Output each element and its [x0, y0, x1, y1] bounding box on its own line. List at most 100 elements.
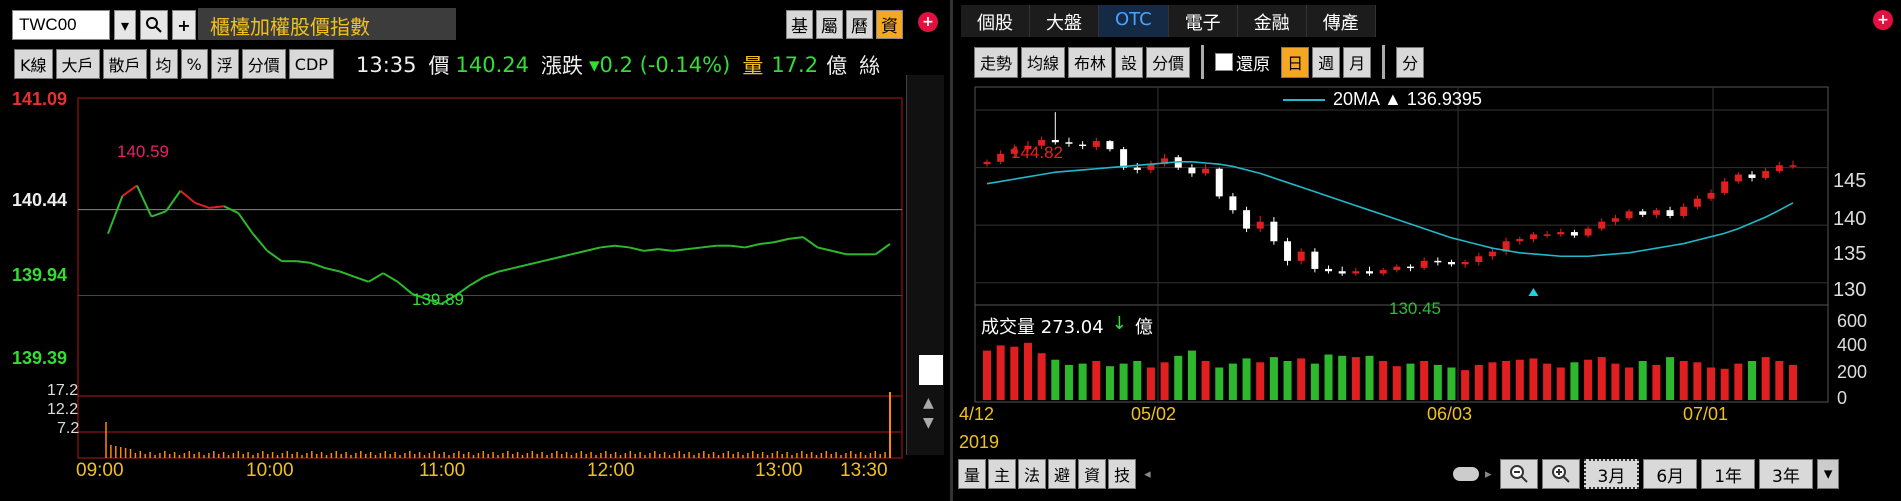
settings-button[interactable]: 設 — [1115, 46, 1144, 78]
price-segment — [252, 233, 269, 252]
range-1y[interactable]: 1年 — [1701, 459, 1756, 489]
scroll-left-icon[interactable]: ◂ — [1144, 467, 1151, 482]
percent-button[interactable]: % — [180, 49, 208, 79]
indicator-volume[interactable]: 量 — [958, 459, 987, 489]
tag-attribute[interactable]: 屬 — [816, 10, 843, 39]
tab-market[interactable]: 大盤 — [1030, 5, 1099, 37]
year-label: 2019 — [959, 432, 1000, 452]
candle-body — [997, 153, 1005, 162]
volume-bar — [1693, 362, 1702, 400]
volume-bar — [1638, 361, 1647, 400]
zoom-out-icon[interactable] — [1499, 459, 1538, 489]
price-segment — [831, 249, 847, 256]
toolbar-divider — [1201, 45, 1205, 79]
volume-bar — [1269, 357, 1278, 400]
scroll-right-icon[interactable]: ▸ — [1485, 467, 1492, 482]
tag-calendar[interactable]: 曆 — [846, 10, 873, 39]
zoom-icon[interactable]: + — [1873, 10, 1893, 30]
minute-button[interactable]: 分 — [1396, 46, 1425, 78]
indicator-margin[interactable]: 資 — [1078, 459, 1107, 489]
tag-info[interactable]: 資 — [876, 10, 903, 39]
cdp-button[interactable]: CDP — [288, 49, 334, 79]
range-6m[interactable]: 6月 — [1643, 459, 1698, 489]
symbol-input[interactable]: TWC00 — [12, 10, 110, 40]
search-icon[interactable] — [140, 10, 168, 40]
big-holder-button[interactable]: 大戶 — [55, 49, 100, 79]
tab-finance[interactable]: 金融 — [1237, 5, 1307, 37]
volume-bar — [1420, 361, 1429, 400]
indicator-hedge[interactable]: 避 — [1048, 459, 1077, 489]
chevron-down-icon[interactable]: ▾ — [1816, 459, 1840, 489]
side-scrollbar[interactable]: ▲ ▼ — [906, 75, 944, 455]
candle-body — [1762, 171, 1770, 178]
volume-bar — [1679, 361, 1688, 400]
scroll-up-icon[interactable]: ▲ — [923, 395, 934, 411]
price-segment — [687, 246, 702, 251]
volume-bar — [1119, 363, 1128, 400]
tag-fundamental[interactable]: 基 — [786, 10, 813, 39]
volume-bar — [1256, 362, 1265, 400]
quote-line: 13:35 價 140.24 漲跌 ▾0.2 (-0.14%) 量 17.2 億… — [356, 50, 902, 80]
range-bar: ▸ 3月 6月 1年 3年 ▾ — [1453, 459, 1840, 489]
low-label: 139.89 — [412, 290, 464, 309]
candle-body — [1680, 206, 1688, 216]
zoom-icon[interactable]: + — [918, 12, 938, 32]
candle-body — [1079, 144, 1087, 147]
chevron-down-icon[interactable]: ▾ — [114, 10, 136, 40]
volume-bar — [1543, 363, 1552, 400]
tab-stock[interactable]: 個股 — [961, 5, 1030, 37]
candle-body — [1611, 218, 1619, 222]
avg-button[interactable]: 均 — [149, 49, 178, 79]
period-day[interactable]: 日 — [1281, 46, 1310, 78]
retail-button[interactable]: 散戶 — [102, 49, 147, 79]
tab-traditional[interactable]: 傳產 — [1306, 5, 1376, 37]
restore-checkbox[interactable] — [1215, 53, 1234, 71]
price-segment — [571, 249, 587, 256]
tab-electronics[interactable]: 電子 — [1168, 5, 1238, 37]
tab-otc[interactable]: OTC — [1099, 5, 1169, 37]
candle-body — [1543, 234, 1551, 236]
volume-bar — [1242, 358, 1251, 400]
scroll-down-icon[interactable]: ▼ — [923, 415, 934, 431]
price-segment — [237, 212, 254, 235]
volume-bar — [1597, 357, 1606, 400]
price-segment — [121, 184, 138, 197]
trend-button[interactable]: 走勢 — [974, 46, 1019, 78]
price-dist-button[interactable]: 分價 — [241, 49, 286, 79]
candle-body — [1461, 262, 1469, 265]
zoom-in-icon[interactable] — [1541, 459, 1580, 489]
indicator-institution[interactable]: 法 — [1018, 459, 1047, 489]
quote-time: 13:35 — [356, 53, 417, 77]
price-dist-button[interactable]: 分價 — [1146, 46, 1191, 78]
period-month[interactable]: 月 — [1343, 46, 1372, 78]
volume-bar — [1133, 361, 1142, 400]
price-segment — [817, 246, 833, 252]
candle-body — [1447, 262, 1455, 265]
date-label-0412: 4/12 — [959, 404, 995, 424]
price-segment — [296, 260, 311, 264]
price-segment — [556, 253, 572, 259]
indicator-main[interactable]: 主 — [988, 459, 1017, 489]
candle-body — [1352, 271, 1360, 274]
high-label: 140.59 — [117, 142, 169, 161]
range-slider[interactable] — [1453, 467, 1479, 481]
range-3y[interactable]: 3年 — [1759, 459, 1813, 489]
ma-button[interactable]: 均線 — [1021, 46, 1066, 78]
candle-body — [1379, 270, 1387, 274]
right-toolbar: 走勢 均線 布林 設 分價 還原 日 週 月 分 — [974, 45, 1425, 79]
volume-bar — [1488, 362, 1497, 400]
period-week[interactable]: 週 — [1312, 46, 1341, 78]
add-icon[interactable]: + — [172, 10, 196, 40]
volume-bar — [1584, 359, 1593, 400]
bollinger-button[interactable]: 布林 — [1068, 46, 1113, 78]
price-axis-135: 135 — [1833, 243, 1867, 265]
scroll-thumb[interactable] — [919, 355, 943, 385]
price-segment — [194, 201, 210, 209]
candle-body — [1775, 165, 1783, 172]
kline-button[interactable]: K線 — [14, 49, 53, 79]
float-button[interactable]: 浮 — [210, 49, 239, 79]
volume-bar — [996, 345, 1005, 400]
indicator-technical[interactable]: 技 — [1108, 459, 1137, 489]
candle-body — [1311, 251, 1319, 269]
range-3m[interactable]: 3月 — [1583, 459, 1640, 489]
